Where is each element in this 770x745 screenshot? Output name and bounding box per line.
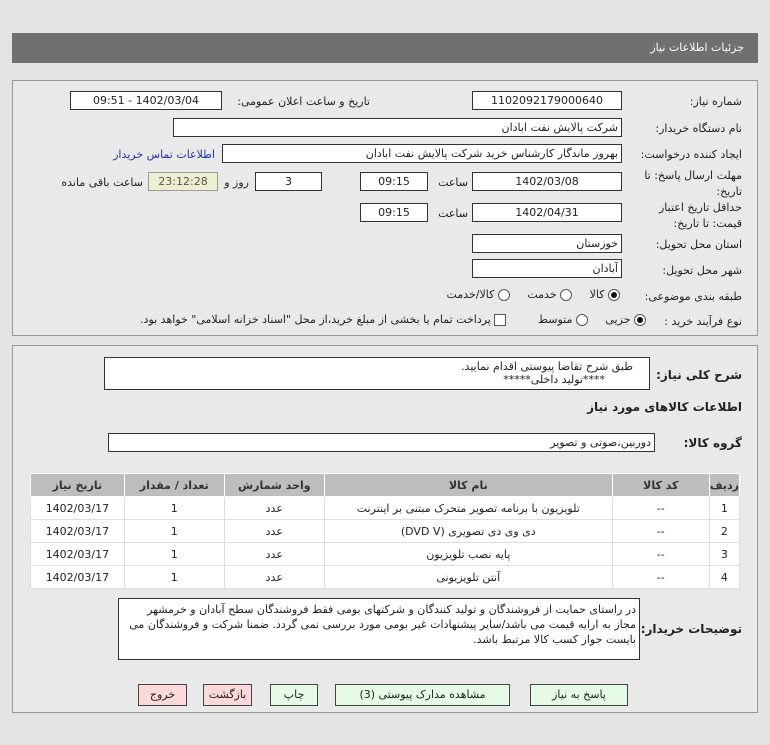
creator-field: بهروز ماندگار کارشناس خرید شرکت پالایش ن…: [222, 144, 622, 163]
radio[interactable]: [560, 289, 573, 301]
page-header: جزئیات اطلاعات نیاز: [12, 33, 758, 63]
table-row: 2 -- دی وی دی تصویری (DVD V) عدد 1 1402/03/17: [30, 519, 741, 543]
item-code: --: [611, 542, 710, 566]
deadline-time-label: ساعت: [438, 176, 468, 189]
item-name: پایه نصب تلویزیون: [323, 542, 613, 566]
creator-label: ایجاد کننده درخواست:: [640, 148, 742, 161]
unit: عدد: [223, 519, 325, 543]
reply-button[interactable]: پاسخ به نیاز: [530, 684, 628, 706]
deadline-label: مهلت ارسال پاسخ: تا تاریخ:: [644, 169, 742, 198]
province-field: خوزستان: [472, 234, 622, 253]
city-field: آبادان: [472, 259, 622, 278]
goods-table: ردیف کد کالا نام کالا واحد شمارش تعداد /…: [30, 473, 741, 589]
goods-group-label: گروه کالا:: [683, 436, 742, 450]
process-minor[interactable]: جزیی: [605, 313, 646, 326]
need-number-label: شماره نیاز:: [689, 95, 742, 108]
process-medium[interactable]: متوسط: [538, 313, 588, 326]
quantity: 1: [123, 496, 225, 520]
validity-label: حداقل تاریخ اعتبار قیمت: تا تاریخ:: [658, 201, 742, 230]
exit-button[interactable]: خروج: [138, 684, 187, 706]
item-name: تلویزیون با برنامه تصویر متحرک مبتنی بر …: [323, 496, 613, 520]
quantity: 1: [123, 542, 225, 566]
row-number: 3: [708, 542, 741, 566]
col-qty: تعداد / مقدار: [123, 473, 225, 497]
need-date: 1402/03/17: [30, 519, 125, 543]
validity-time-field: 09:15: [360, 203, 428, 222]
days-label: روز و: [224, 176, 249, 189]
radio-selected[interactable]: [634, 314, 646, 326]
category-radios: کالا خدمت کالا/خدمت: [447, 288, 620, 301]
validity-time-label: ساعت: [438, 207, 468, 220]
process-radios: جزیی متوسط پرداخت تمام یا بخشی از مبلغ خ…: [140, 313, 646, 326]
announce-label: تاریخ و ساعت اعلان عمومی:: [237, 95, 370, 108]
item-name: آنتن تلویزیونی: [323, 565, 613, 589]
radio[interactable]: [497, 289, 510, 301]
treasury-payment-checkbox[interactable]: پرداخت تمام یا بخشی از مبلغ خرید،از محل …: [140, 313, 507, 326]
unit: عدد: [223, 496, 325, 520]
unit: عدد: [223, 542, 325, 566]
description-label: شرح کلی نیاز:: [656, 368, 742, 382]
print-button[interactable]: چاپ: [270, 684, 318, 706]
page-title: جزئیات اطلاعات نیاز: [650, 41, 744, 54]
category-label: طبقه بندی موضوعی:: [644, 290, 742, 303]
remaining-time-field: 23:12:28: [148, 172, 218, 191]
category-goods[interactable]: کالا: [590, 288, 620, 301]
table-header-row: ردیف کد کالا نام کالا واحد شمارش تعداد /…: [30, 473, 741, 497]
need-date: 1402/03/17: [30, 565, 125, 589]
deadline-date-field: 1402/03/08: [472, 172, 622, 191]
quantity: 1: [123, 565, 225, 589]
city-label: شهر محل تحویل:: [662, 264, 742, 277]
need-date: 1402/03/17: [30, 542, 125, 566]
announce-field: 1402/03/04 - 09:51: [70, 91, 222, 110]
unit: عدد: [223, 565, 325, 589]
checkbox[interactable]: [494, 314, 507, 326]
table-row: 1 -- تلویزیون با برنامه تصویر متحرک مبتنی …: [30, 496, 741, 520]
radio[interactable]: [575, 314, 588, 326]
item-code: --: [611, 519, 710, 543]
process-label: نوع فرآیند خرید :: [664, 315, 742, 328]
row-number: 2: [708, 519, 741, 543]
goods-section-title: اطلاعات کالاهای مورد نیاز: [587, 400, 742, 414]
category-service[interactable]: خدمت: [527, 288, 573, 301]
col-date: تاریخ نیاز: [30, 473, 125, 497]
back-button[interactable]: بازگشت: [203, 684, 252, 706]
deadline-time-field: 09:15: [360, 172, 428, 191]
buyer-notes-label: توضیحات خریدار:: [640, 622, 742, 636]
col-row: ردیف: [708, 473, 741, 497]
days-field: 3: [255, 172, 322, 191]
col-unit: واحد شمارش: [223, 473, 325, 497]
buyer-notes-box: در راستای حمایت از فروشندگان و تولید کنن…: [118, 598, 640, 660]
buyer-label: نام دستگاه خریدار:: [655, 122, 742, 135]
category-goods-service[interactable]: کالا/خدمت: [447, 288, 510, 301]
item-code: --: [611, 496, 710, 520]
quantity: 1: [123, 519, 225, 543]
province-label: استان محل تحویل:: [655, 238, 742, 251]
buyer-contact-link[interactable]: اطلاعات تماس خریدار: [113, 148, 215, 161]
row-number: 1: [708, 496, 741, 520]
buyer-field: شرکت پالایش نفت ابادان: [173, 118, 622, 137]
radio-selected[interactable]: [608, 289, 620, 301]
col-code: کد کالا: [611, 473, 710, 497]
table-row: 4 -- آنتن تلویزیونی عدد 1 1402/03/17: [30, 565, 741, 589]
remaining-label: ساعت باقی مانده: [61, 176, 143, 189]
item-code: --: [611, 565, 710, 589]
row-number: 4: [708, 565, 741, 589]
validity-date-field: 1402/04/31: [472, 203, 622, 222]
description-textarea[interactable]: طبق شرح تقاضا پیوستی اقدام نمایید. ****ت…: [104, 357, 650, 390]
need-number-field: 1102092179000640: [472, 91, 622, 110]
col-name: نام کالا: [323, 473, 613, 497]
view-attachments-button[interactable]: مشاهده مدارک پیوستی (3): [335, 684, 510, 706]
item-name: دی وی دی تصویری (DVD V): [323, 519, 613, 543]
need-date: 1402/03/17: [30, 496, 125, 520]
goods-group-field: دوربین،صوتی و تصویر: [108, 433, 655, 452]
table-row: 3 -- پایه نصب تلویزیون عدد 1 1402/03/17: [30, 542, 741, 566]
